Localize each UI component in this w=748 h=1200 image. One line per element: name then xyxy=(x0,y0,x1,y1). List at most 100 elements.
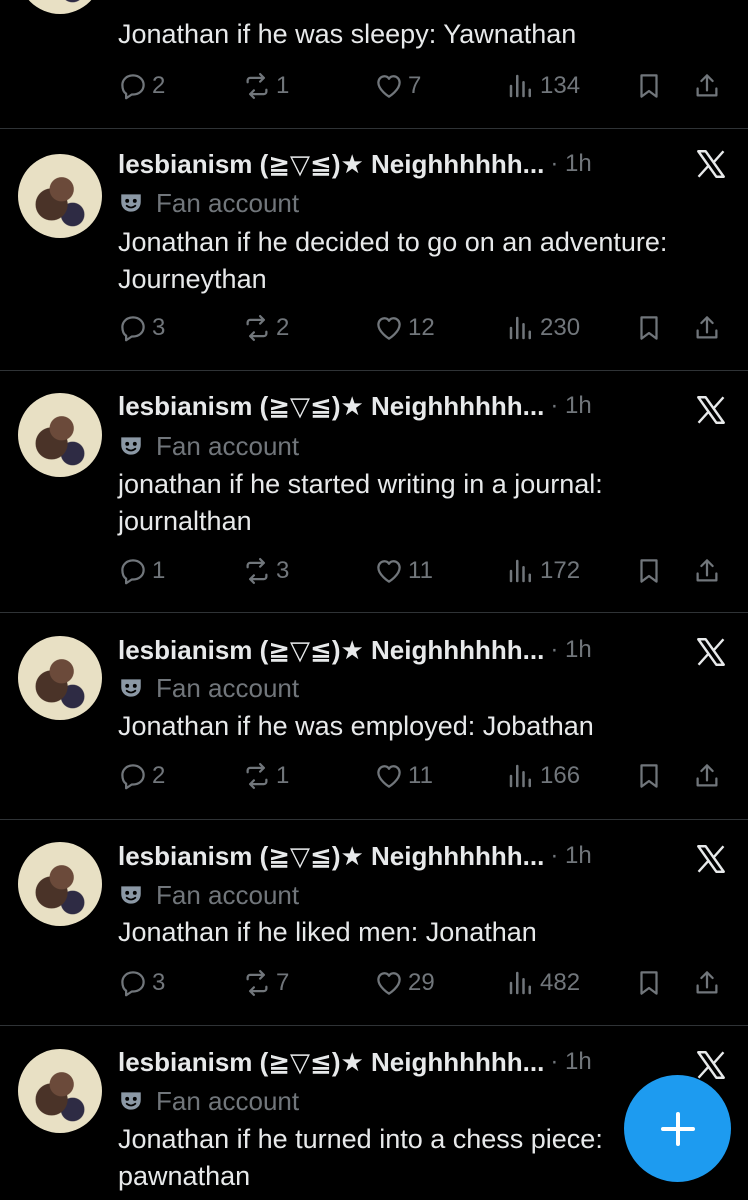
reply-count: 2 xyxy=(152,72,166,99)
fan-account-label: Fan account xyxy=(118,878,299,912)
tweet-header: lesbianism (≧▽≦)★ Neighhhhhh... · 1h xyxy=(118,147,592,181)
like-button[interactable]: 7 xyxy=(374,68,421,104)
x-logo-icon xyxy=(697,845,725,873)
repost-button[interactable]: 3 xyxy=(242,553,289,589)
fan-account-text: Fan account xyxy=(156,1085,300,1116)
avatar[interactable] xyxy=(18,154,102,238)
bookmark-button[interactable] xyxy=(634,68,668,104)
tweet[interactable]: lesbianism (≧▽≦)★ Neighhhhhh... · 1h Fan… xyxy=(0,129,748,370)
tweet-time[interactable]: · 1h xyxy=(550,636,591,664)
avatar[interactable] xyxy=(18,1049,102,1133)
avatar[interactable] xyxy=(18,636,102,720)
tweet-header: lesbianism (≧▽≦)★ Neighhhhhh... · 1h xyxy=(118,839,592,873)
reply-button[interactable]: 2 xyxy=(118,758,165,794)
author-name[interactable]: lesbianism (≧▽≦)★ Neighhhhhh... xyxy=(118,841,544,872)
views-button[interactable]: 134 xyxy=(506,68,580,104)
reply-button[interactable]: 3 xyxy=(118,965,165,1001)
tweet[interactable]: lesbianism (≧▽≦)★ Neighhhhhh... · 1h Fan… xyxy=(0,820,748,1025)
tweet-time[interactable]: · 1h xyxy=(550,1048,591,1076)
share-button[interactable] xyxy=(692,553,726,589)
fan-account-label: Fan account xyxy=(118,429,299,463)
reply-icon xyxy=(121,74,145,100)
share-button[interactable] xyxy=(692,68,726,104)
share-icon xyxy=(696,764,718,787)
tweet[interactable]: lesbianism (≧▽≦)★ Neighhhhhh... · 1h Fan… xyxy=(0,613,748,819)
author-name[interactable]: lesbianism (≧▽≦)★ Neighhhhhh... xyxy=(118,149,544,180)
views-button[interactable]: 482 xyxy=(506,965,580,1001)
repost-button[interactable]: 1 xyxy=(242,758,289,794)
bookmark-icon xyxy=(640,559,658,583)
mask-icon xyxy=(121,679,141,697)
tweet-header: lesbianism (≧▽≦)★ Neighhhhhh... · 1h xyxy=(118,633,592,667)
fan-account-label: Fan account xyxy=(118,186,299,220)
mask-icon xyxy=(121,1092,141,1110)
like-button[interactable]: 12 xyxy=(374,310,435,346)
tweet-time[interactable]: · 1h xyxy=(550,392,591,420)
repost-button[interactable]: 2 xyxy=(242,310,289,346)
repost-count: 3 xyxy=(276,557,290,584)
bookmark-icon xyxy=(640,764,658,788)
share-button[interactable] xyxy=(692,965,726,1001)
like-count: 29 xyxy=(408,969,435,996)
reply-button[interactable]: 1 xyxy=(118,553,165,589)
views-count: 230 xyxy=(540,314,581,341)
views-icon xyxy=(509,559,531,583)
tweet-time[interactable]: · 1h xyxy=(550,842,591,870)
views-icon xyxy=(509,316,531,340)
views-button[interactable]: 172 xyxy=(506,553,580,589)
tweet-text: Jonathan if he was employed: Jobathan xyxy=(118,711,594,741)
heart-icon xyxy=(377,972,401,995)
tweet-text: Jonathan if he decided to go on an adven… xyxy=(118,227,668,294)
reply-count: 3 xyxy=(152,969,166,996)
share-button[interactable] xyxy=(692,310,726,346)
x-logo-icon xyxy=(697,396,725,424)
views-button[interactable]: 166 xyxy=(506,758,580,794)
like-button[interactable]: 29 xyxy=(374,965,435,1001)
avatar[interactable] xyxy=(18,0,102,14)
avatar[interactable] xyxy=(18,393,102,477)
heart-icon xyxy=(377,560,401,583)
views-count: 134 xyxy=(540,72,581,99)
fan-account-label: Fan account xyxy=(118,671,299,705)
tweet[interactable]: Jonathan if he was sleepy: Yawnathan 2 1… xyxy=(0,0,748,128)
tweet-actions: 3 7 29 482 xyxy=(118,965,734,1001)
views-button[interactable]: 230 xyxy=(506,310,580,346)
repost-button[interactable]: 1 xyxy=(242,68,289,104)
share-button[interactable] xyxy=(692,758,726,794)
tweet-text: Jonathan if he turned into a chess piece… xyxy=(118,1124,603,1191)
compose-button[interactable] xyxy=(624,1075,731,1182)
reply-button[interactable]: 3 xyxy=(118,310,165,346)
share-icon xyxy=(696,971,718,994)
bookmark-icon xyxy=(640,971,658,995)
author-name[interactable]: lesbianism (≧▽≦)★ Neighhhhhh... xyxy=(118,635,544,666)
reply-button[interactable]: 2 xyxy=(118,68,165,104)
bookmark-button[interactable] xyxy=(634,965,668,1001)
repost-count: 1 xyxy=(276,762,290,789)
bookmark-button[interactable] xyxy=(634,310,668,346)
bookmark-icon xyxy=(640,316,658,340)
reply-icon xyxy=(121,316,145,342)
fan-account-label: Fan account xyxy=(118,1084,299,1118)
bookmark-button[interactable] xyxy=(634,758,668,794)
avatar[interactable] xyxy=(18,842,102,926)
like-count: 7 xyxy=(408,72,422,99)
heart-icon xyxy=(377,765,401,788)
repost-count: 1 xyxy=(276,72,290,99)
mask-icon xyxy=(121,437,141,455)
bookmark-button[interactable] xyxy=(634,553,668,589)
tweet-time[interactable]: · 1h xyxy=(550,150,591,178)
fan-account-text: Fan account xyxy=(156,430,300,461)
like-button[interactable]: 11 xyxy=(374,553,433,589)
repost-button[interactable]: 7 xyxy=(242,965,289,1001)
author-name[interactable]: lesbianism (≧▽≦)★ Neighhhhhh... xyxy=(118,1047,544,1078)
reply-icon xyxy=(121,971,145,997)
repost-count: 2 xyxy=(276,314,290,341)
author-name[interactable]: lesbianism (≧▽≦)★ Neighhhhhh... xyxy=(118,391,544,422)
like-button[interactable]: 11 xyxy=(374,758,433,794)
reply-icon xyxy=(121,559,145,585)
tweet-actions: 2 1 7 134 xyxy=(118,68,734,104)
like-count: 12 xyxy=(408,314,435,341)
fan-account-text: Fan account xyxy=(156,879,300,910)
heart-icon xyxy=(377,75,401,98)
tweet[interactable]: lesbianism (≧▽≦)★ Neighhhhhh... · 1h Fan… xyxy=(0,371,748,612)
